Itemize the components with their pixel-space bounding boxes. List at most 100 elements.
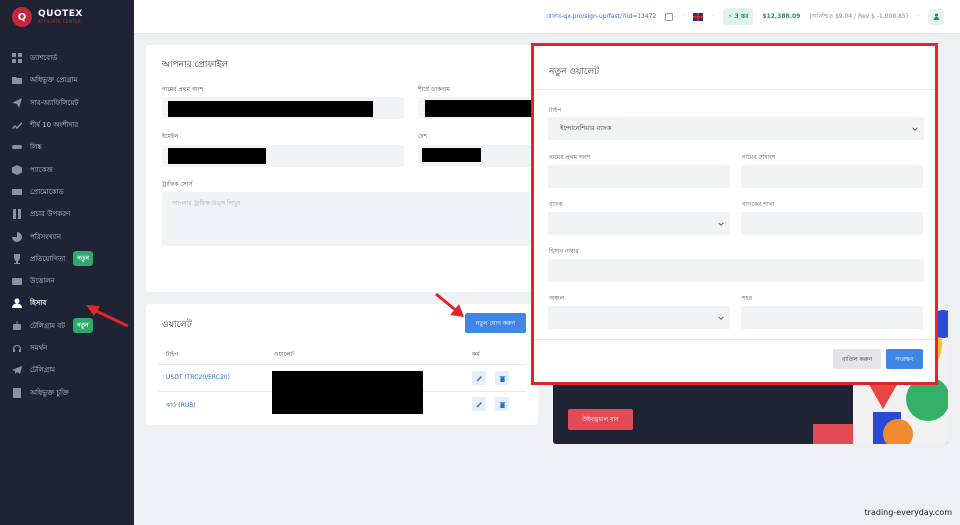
sidebar-item-0[interactable]: ড্যাশবোর্ড [0,47,134,69]
sidebar-item-2[interactable]: সাব-অ্যাফিলিয়েট [0,92,134,114]
sidebar-item-1[interactable]: অধিভুক্ত প্রোগ্রাম [0,69,134,91]
column-type: টাইপ [166,351,179,358]
sidebar-item-label: সাব-অ্যাফিলিয়েট [30,98,79,107]
level-badge: ⚡ 3 স্তর [723,8,754,25]
wallet-type-usdt[interactable]: USDT (TRC20/ERC20) [166,374,230,381]
wallet-type-card[interactable]: কার্ড (RUB) [166,400,196,411]
chevron-down-icon [718,221,724,226]
divider: · [712,13,715,20]
sidebar-item-8[interactable]: পরিসংখ্যান [0,225,134,247]
column-actions: কর্ম [472,351,480,358]
sidebar-item-7[interactable]: প্রচার উপকরণ [0,203,134,225]
new-badge: নতুন [73,251,93,267]
sidebar-item-6[interactable]: প্রোমোকোড [0,181,134,203]
balance-detail: (অনিশ্চিত $9.04 / Rev $ -1,008.85) [809,13,909,20]
redacted-first-name [168,101,373,117]
redacted-nickname [425,100,535,117]
annotation-arrow-account [86,305,129,328]
traffic-source-field[interactable]: আপনার ট্রাফিক উত্স লিখুন [162,192,566,246]
redacted-email [168,148,266,164]
level-text: 3 স্তর [734,13,749,20]
type-select[interactable]: ইন্দোনেশিয়ার ব্যাংক [548,117,924,140]
country-label: দেশ [418,133,428,140]
first-name-label: নামের প্রথম অংশ [549,154,591,161]
tools-icon [12,209,22,220]
sidebar-item-label: উত্তোলন [30,277,55,286]
bank-select[interactable] [548,212,730,235]
sidebar-item-label: টেলিগ্রাম বট [30,321,65,330]
sidebar-item-14[interactable]: টেলিগ্রাম [0,359,134,381]
withdraw-button[interactable]: উইথড্রয়াল যান [568,409,633,430]
logo[interactable]: Q QUOTEX AFFILIATE CENTER [0,0,134,34]
edit-button[interactable] [472,397,486,411]
sidebar-item-15[interactable]: অধিভুক্ত চুক্তি [0,381,134,403]
sidebar-item-label: শীর্ষ 10 অংশীদার [30,121,79,130]
sidebar-item-label: ড্যাশবোর্ড [30,54,58,63]
sidebar-item-10[interactable]: উত্তোলন [0,270,134,292]
sidebar-item-label: হিসাব [30,299,47,308]
sidebar-item-9[interactable]: প্রতিযোগিতা নতুন [0,248,134,270]
city-input[interactable] [741,306,923,329]
profile-card: আপনার প্রোফাইল নামের প্রথম অংশ শীর্ষে ডা… [146,45,566,292]
last-name-label: নামের শেষাংশ [742,154,776,161]
cancel-button[interactable]: বাতিল করুন [833,349,881,369]
last-name-input[interactable] [741,165,923,188]
first-name-input[interactable] [548,165,730,188]
add-wallet-button[interactable]: নতুন যোগ করুন [465,313,526,333]
account-number-label: হিসাব নাম্বার [549,248,579,255]
sidebar-item-label: অধিভুক্ত চুক্তি [30,388,69,397]
copy-icon[interactable] [665,12,674,21]
edit-button[interactable] [472,371,486,385]
sidebar-item-5[interactable]: প্যাকেজ [0,158,134,180]
wallet-card: ওয়ালেট নতুন যোগ করুন টাইপ ওয়ালেট কর্ম … [146,304,538,425]
telegram-icon [12,365,22,375]
sidebar-item-label: পরিসংখ্যান [30,232,62,241]
save-button[interactable]: সংরক্ষণ [886,349,923,369]
chevron-down-icon [912,126,918,131]
referral-link[interactable]: রেফার-qx.pro/sign-up/fast/?lid=13472 [546,11,656,22]
pencil-icon [476,401,482,407]
user-menu-button[interactable] [928,8,944,25]
language-flag-icon[interactable] [693,12,704,21]
account-number-input[interactable] [548,259,924,282]
annotation-arrow-add-wallet [435,292,464,317]
sidebar-item-label: প্রতিযোগিতা [30,254,66,263]
new-wallet-modal: নতুন ওয়ালেট টাইপ ইন্দোনেশিয়ার ব্যাংক ন… [531,43,938,385]
folder-icon [12,75,22,85]
redacted-country [422,148,481,162]
robot-icon [12,320,22,331]
divider: · [682,13,685,20]
trash-icon [499,375,505,382]
wallet-title: ওয়ালেট [162,320,192,330]
delete-button[interactable] [495,397,509,411]
branch-label: ব্যাংকের শাখা [742,201,775,208]
traffic-source-label: ট্রাফিক সোর্স [162,181,193,188]
sidebar-item-13[interactable]: সমর্থন [0,337,134,359]
branch-input[interactable] [741,212,923,235]
traffic-source-placeholder: আপনার ট্রাফিক উত্স লিখুন [172,200,241,207]
document-icon [12,387,22,398]
delete-button[interactable] [495,371,509,385]
sidebar-item-4[interactable]: লিঙ্ক [0,136,134,158]
bank-label: ব্যাংক [549,201,563,208]
trophy-icon [12,253,22,264]
sidebar-item-3[interactable]: শীর্ষ 10 অংশীদার [0,114,134,136]
sidebar-item-label: লিঙ্ক [30,143,42,152]
sidebar: Q QUOTEX AFFILIATE CENTER ড্যাশবোর্ড অধিভ… [0,0,134,525]
row-divider [158,364,526,365]
box-icon [12,164,22,175]
email-label: ইমেইল [162,133,179,140]
pencil-icon [476,375,482,381]
modal-divider [534,339,935,340]
type-value: ইন্দোনেশিয়ার ব্যাংক [560,124,612,132]
sidebar-nav: ড্যাশবোর্ড অধিভুক্ত প্রোগ্রাম সাব-অ্যাফিলি… [0,47,134,404]
region-select[interactable] [548,306,730,329]
brand-subtitle: AFFILIATE CENTER [38,18,82,24]
sidebar-item-label: প্রোমোকোড [30,187,64,196]
sidebar-item-label: প্যাকেজ [30,165,53,174]
redacted-wallets [272,371,423,414]
region-label: অঞ্চল [549,295,564,302]
chevron-down-icon [718,315,724,320]
logo-mark: Q [12,7,32,27]
divider: · [917,13,919,20]
